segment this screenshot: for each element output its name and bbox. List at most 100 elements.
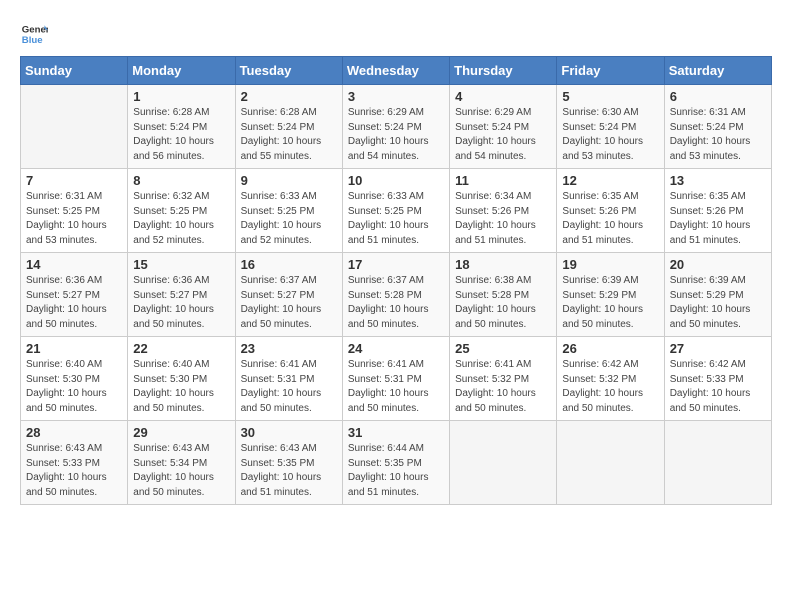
day-info: Sunrise: 6:29 AM Sunset: 5:24 PM Dayligh…: [348, 106, 444, 164]
calendar-cell: 11 Sunrise: 6:34 AM Sunset: 5:26 PM Dayli…: [450, 169, 557, 253]
weekday-header: Sunday: [21, 57, 128, 85]
calendar-cell: [664, 421, 771, 505]
day-number: 6: [670, 89, 766, 104]
day-info: Sunrise: 6:41 AM Sunset: 5:31 PM Dayligh…: [241, 358, 337, 416]
calendar-week-row: 14 Sunrise: 6:36 AM Sunset: 5:27 PM Dayli…: [21, 253, 772, 337]
day-info: Sunrise: 6:42 AM Sunset: 5:32 PM Dayligh…: [562, 358, 658, 416]
calendar: SundayMondayTuesdayWednesdayThursdayFrid…: [20, 56, 772, 505]
day-info: Sunrise: 6:37 AM Sunset: 5:27 PM Dayligh…: [241, 274, 337, 332]
day-number: 13: [670, 173, 766, 188]
calendar-cell: 22Sunrise: 6:40 AM Sunset: 5:30 PM Dayli…: [128, 337, 235, 421]
calendar-body: 1Sunrise: 6:28 AM Sunset: 5:24 PM Daylig…: [21, 85, 772, 505]
calendar-cell: 26Sunrise: 6:42 AM Sunset: 5:32 PM Dayli…: [557, 337, 664, 421]
day-info: Sunrise: 6:43 AM Sunset: 5:34 PM Dayligh…: [133, 442, 229, 500]
day-number: 23: [241, 341, 337, 356]
day-info: Sunrise: 6:36 AM Sunset: 5:27 PM Dayligh…: [26, 274, 122, 332]
day-info: Sunrise: 6:40 AM Sunset: 5:30 PM Dayligh…: [133, 358, 229, 416]
day-info: Sunrise: 6:35 AM Sunset: 5:26 PM Dayligh…: [670, 190, 766, 248]
calendar-cell: 27Sunrise: 6:42 AM Sunset: 5:33 PM Dayli…: [664, 337, 771, 421]
weekday-header: Saturday: [664, 57, 771, 85]
day-info: Sunrise: 6:31 AM Sunset: 5:25 PM Dayligh…: [26, 190, 122, 248]
calendar-cell: 13 Sunrise: 6:35 AM Sunset: 5:26 PM Dayli…: [664, 169, 771, 253]
calendar-cell: 14 Sunrise: 6:36 AM Sunset: 5:27 PM Dayli…: [21, 253, 128, 337]
calendar-cell: [21, 85, 128, 169]
day-info: Sunrise: 6:40 AM Sunset: 5:30 PM Dayligh…: [26, 358, 122, 416]
day-number: 14: [26, 257, 122, 272]
calendar-cell: 10 Sunrise: 6:33 AM Sunset: 5:25 PM Dayli…: [342, 169, 449, 253]
calendar-cell: 18 Sunrise: 6:38 AM Sunset: 5:28 PM Dayli…: [450, 253, 557, 337]
day-info: Sunrise: 6:36 AM Sunset: 5:27 PM Dayligh…: [133, 274, 229, 332]
svg-text:General: General: [22, 24, 48, 35]
calendar-cell: 28Sunrise: 6:43 AM Sunset: 5:33 PM Dayli…: [21, 421, 128, 505]
calendar-cell: 19Sunrise: 6:39 AM Sunset: 5:29 PM Dayli…: [557, 253, 664, 337]
day-info: Sunrise: 6:34 AM Sunset: 5:26 PM Dayligh…: [455, 190, 551, 248]
day-number: 24: [348, 341, 444, 356]
day-number: 8: [133, 173, 229, 188]
calendar-cell: 17 Sunrise: 6:37 AM Sunset: 5:28 PM Dayli…: [342, 253, 449, 337]
calendar-week-row: 7 Sunrise: 6:31 AM Sunset: 5:25 PM Daylig…: [21, 169, 772, 253]
day-number: 2: [241, 89, 337, 104]
calendar-cell: 25 Sunrise: 6:41 AM Sunset: 5:32 PM Dayli…: [450, 337, 557, 421]
day-info: Sunrise: 6:38 AM Sunset: 5:28 PM Dayligh…: [455, 274, 551, 332]
day-number: 15: [133, 257, 229, 272]
day-info: Sunrise: 6:30 AM Sunset: 5:24 PM Dayligh…: [562, 106, 658, 164]
calendar-cell: 21 Sunrise: 6:40 AM Sunset: 5:30 PM Dayli…: [21, 337, 128, 421]
day-number: 11: [455, 173, 551, 188]
logo: General Blue: [20, 20, 52, 48]
logo-icon: General Blue: [20, 20, 48, 48]
calendar-cell: 4Sunrise: 6:29 AM Sunset: 5:24 PM Daylig…: [450, 85, 557, 169]
day-info: Sunrise: 6:33 AM Sunset: 5:25 PM Dayligh…: [348, 190, 444, 248]
day-number: 18: [455, 257, 551, 272]
calendar-cell: 9 Sunrise: 6:33 AM Sunset: 5:25 PM Daylig…: [235, 169, 342, 253]
svg-text:Blue: Blue: [22, 35, 43, 46]
day-number: 17: [348, 257, 444, 272]
day-info: Sunrise: 6:39 AM Sunset: 5:29 PM Dayligh…: [562, 274, 658, 332]
day-info: Sunrise: 6:41 AM Sunset: 5:32 PM Dayligh…: [455, 358, 551, 416]
day-number: 30: [241, 425, 337, 440]
calendar-cell: 31Sunrise: 6:44 AM Sunset: 5:35 PM Dayli…: [342, 421, 449, 505]
day-number: 12: [562, 173, 658, 188]
calendar-cell: 24 Sunrise: 6:41 AM Sunset: 5:31 PM Dayli…: [342, 337, 449, 421]
day-number: 21: [26, 341, 122, 356]
day-number: 9: [241, 173, 337, 188]
calendar-cell: [557, 421, 664, 505]
calendar-cell: 23 Sunrise: 6:41 AM Sunset: 5:31 PM Dayli…: [235, 337, 342, 421]
day-info: Sunrise: 6:32 AM Sunset: 5:25 PM Dayligh…: [133, 190, 229, 248]
calendar-week-row: 28Sunrise: 6:43 AM Sunset: 5:33 PM Dayli…: [21, 421, 772, 505]
day-number: 7: [26, 173, 122, 188]
day-number: 27: [670, 341, 766, 356]
calendar-header: SundayMondayTuesdayWednesdayThursdayFrid…: [21, 57, 772, 85]
day-info: Sunrise: 6:39 AM Sunset: 5:29 PM Dayligh…: [670, 274, 766, 332]
day-number: 31: [348, 425, 444, 440]
weekday-header: Tuesday: [235, 57, 342, 85]
day-info: Sunrise: 6:35 AM Sunset: 5:26 PM Dayligh…: [562, 190, 658, 248]
weekday-header: Friday: [557, 57, 664, 85]
day-number: 4: [455, 89, 551, 104]
day-number: 28: [26, 425, 122, 440]
day-info: Sunrise: 6:31 AM Sunset: 5:24 PM Dayligh…: [670, 106, 766, 164]
calendar-week-row: 1Sunrise: 6:28 AM Sunset: 5:24 PM Daylig…: [21, 85, 772, 169]
calendar-cell: [450, 421, 557, 505]
header: General Blue: [20, 20, 772, 48]
day-number: 5: [562, 89, 658, 104]
day-number: 3: [348, 89, 444, 104]
day-number: 10: [348, 173, 444, 188]
calendar-week-row: 21 Sunrise: 6:40 AM Sunset: 5:30 PM Dayli…: [21, 337, 772, 421]
calendar-cell: 2 Sunrise: 6:28 AM Sunset: 5:24 PM Daylig…: [235, 85, 342, 169]
calendar-cell: 16Sunrise: 6:37 AM Sunset: 5:27 PM Dayli…: [235, 253, 342, 337]
day-number: 25: [455, 341, 551, 356]
day-info: Sunrise: 6:28 AM Sunset: 5:24 PM Dayligh…: [133, 106, 229, 164]
calendar-cell: 15 Sunrise: 6:36 AM Sunset: 5:27 PM Dayli…: [128, 253, 235, 337]
day-info: Sunrise: 6:33 AM Sunset: 5:25 PM Dayligh…: [241, 190, 337, 248]
day-info: Sunrise: 6:41 AM Sunset: 5:31 PM Dayligh…: [348, 358, 444, 416]
calendar-cell: 20Sunrise: 6:39 AM Sunset: 5:29 PM Dayli…: [664, 253, 771, 337]
weekday-row: SundayMondayTuesdayWednesdayThursdayFrid…: [21, 57, 772, 85]
day-info: Sunrise: 6:37 AM Sunset: 5:28 PM Dayligh…: [348, 274, 444, 332]
day-info: Sunrise: 6:28 AM Sunset: 5:24 PM Dayligh…: [241, 106, 337, 164]
calendar-cell: 29Sunrise: 6:43 AM Sunset: 5:34 PM Dayli…: [128, 421, 235, 505]
calendar-cell: 7 Sunrise: 6:31 AM Sunset: 5:25 PM Daylig…: [21, 169, 128, 253]
weekday-header: Monday: [128, 57, 235, 85]
calendar-cell: 8 Sunrise: 6:32 AM Sunset: 5:25 PM Daylig…: [128, 169, 235, 253]
day-info: Sunrise: 6:43 AM Sunset: 5:35 PM Dayligh…: [241, 442, 337, 500]
calendar-cell: 1Sunrise: 6:28 AM Sunset: 5:24 PM Daylig…: [128, 85, 235, 169]
